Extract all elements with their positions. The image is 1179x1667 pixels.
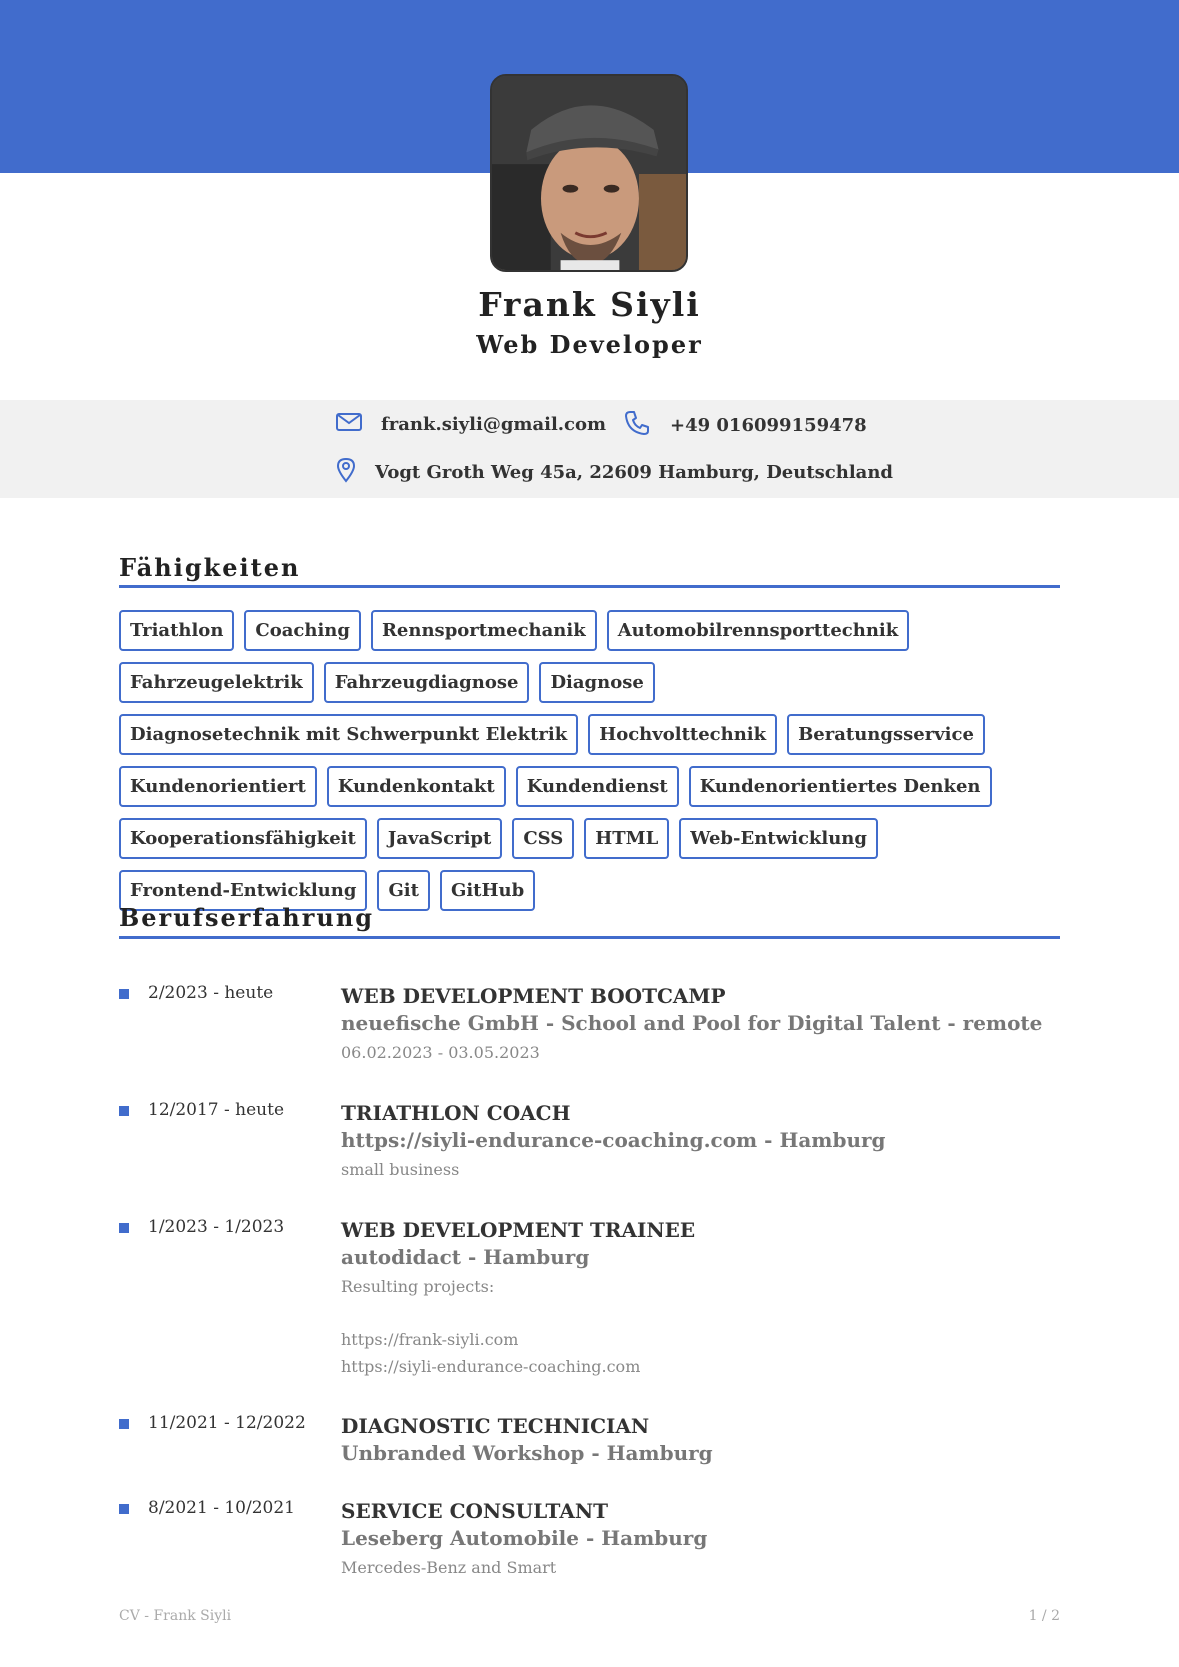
experience-heading: Berufserfahrung bbox=[119, 903, 375, 932]
skill-tag: Kundenorientiertes Denken bbox=[688, 766, 992, 807]
project-link[interactable]: https://siyli-endurance-coaching.com bbox=[341, 1353, 1061, 1380]
skill-tag: Beratungsservice bbox=[787, 714, 985, 755]
contact-address: Vogt Groth Weg 45a, 22609 Hamburg, Deuts… bbox=[336, 457, 893, 488]
skill-tag: Diagnose bbox=[539, 662, 655, 703]
skill-tag: Kundenkontakt bbox=[326, 766, 506, 807]
email-text: frank.siyli@gmail.com bbox=[381, 414, 607, 435]
skill-tag: Kooperationsfähigkeit bbox=[119, 818, 367, 859]
description-line: 06.02.2023 - 03.05.2023 bbox=[341, 1043, 540, 1062]
profile-photo bbox=[490, 74, 688, 272]
job-period: 1/2023 - 1/2023 bbox=[148, 1217, 285, 1237]
skill-tag: Triathlon bbox=[119, 610, 235, 651]
candidate-name: Frank Siyli bbox=[478, 285, 701, 324]
job-description: 06.02.2023 - 03.05.2023 bbox=[341, 1039, 1061, 1066]
description-gap bbox=[341, 1300, 1061, 1326]
job-title: DIAGNOSTIC TECHNICIAN bbox=[341, 1414, 650, 1438]
experience-divider bbox=[119, 936, 1060, 939]
job-company: Unbranded Workshop - Hamburg bbox=[341, 1441, 713, 1465]
phone-icon bbox=[624, 410, 650, 441]
skill-tag: Kundendienst bbox=[515, 766, 679, 807]
skill-tag: Fahrzeugelektrik bbox=[119, 662, 314, 703]
skill-tag: Hochvolttechnik bbox=[588, 714, 778, 755]
address-text: Vogt Groth Weg 45a, 22609 Hamburg, Deuts… bbox=[375, 462, 894, 483]
skill-tag: Web-Entwicklung bbox=[679, 818, 878, 859]
job-company: Leseberg Automobile - Hamburg bbox=[341, 1526, 708, 1550]
page-number: 1 / 2 bbox=[1028, 1608, 1060, 1624]
job-company: https://siyli-endurance-coaching.com - H… bbox=[341, 1128, 886, 1152]
candidate-role: Web Developer bbox=[476, 330, 703, 359]
job-company: autodidact - Hamburg bbox=[341, 1245, 590, 1269]
skill-tag: Git bbox=[377, 870, 430, 911]
skills-list: Triathlon Coaching Rennsportmechanik Automo… bbox=[119, 610, 1064, 911]
job-title: WEB DEVELOPMENT BOOTCAMP bbox=[341, 984, 726, 1008]
job-title: TRIATHLON COACH bbox=[341, 1101, 571, 1125]
phone-text: +49 016099159478 bbox=[670, 415, 867, 436]
description-line: Mercedes-Benz and Smart bbox=[341, 1558, 557, 1577]
bullet-marker bbox=[119, 1223, 129, 1233]
skill-tag: CSS bbox=[512, 818, 575, 859]
job-title: WEB DEVELOPMENT TRAINEE bbox=[341, 1218, 696, 1242]
job-content: WEB DEVELOPMENT TRAINEE autodidact - Hamb… bbox=[341, 1217, 1061, 1380]
project-link[interactable]: https://frank-siyli.com bbox=[341, 1326, 1061, 1353]
skill-tag: Rennsportmechanik bbox=[370, 610, 597, 651]
job-period: 12/2017 - heute bbox=[148, 1100, 285, 1120]
skills-heading: Fähigkeiten bbox=[119, 553, 301, 582]
skills-divider bbox=[119, 585, 1060, 588]
job-description: Resulting projects: https://frank-siyli.c… bbox=[341, 1273, 1061, 1380]
skill-tag: Diagnosetechnik mit Schwerpunkt Elektrik bbox=[119, 714, 579, 755]
description-line: small business bbox=[341, 1160, 460, 1179]
job-content: WEB DEVELOPMENT BOOTCAMP neuefische GmbH … bbox=[341, 983, 1061, 1066]
skill-tag: Kundenorientiert bbox=[119, 766, 317, 807]
job-content: DIAGNOSTIC TECHNICIAN Unbranded Workshop … bbox=[341, 1413, 1061, 1467]
contact-email[interactable]: frank.siyli@gmail.com bbox=[336, 413, 606, 436]
skill-tag: JavaScript bbox=[376, 818, 503, 859]
mail-icon bbox=[336, 413, 362, 436]
bullet-marker bbox=[119, 989, 129, 999]
job-content: TRIATHLON COACH https://siyli-endurance-c… bbox=[341, 1100, 1061, 1183]
job-period: 8/2021 - 10/2021 bbox=[148, 1498, 295, 1518]
location-pin-icon bbox=[336, 457, 356, 488]
description-line: Resulting projects: bbox=[341, 1277, 495, 1296]
bullet-marker bbox=[119, 1419, 129, 1429]
job-company: neuefische GmbH - School and Pool for Di… bbox=[341, 1011, 1043, 1035]
job-description: Mercedes-Benz and Smart bbox=[341, 1554, 1061, 1581]
skill-tag: HTML bbox=[584, 818, 670, 859]
job-period: 11/2021 - 12/2022 bbox=[148, 1413, 306, 1433]
footer-label: CV - Frank Siyli bbox=[119, 1608, 232, 1624]
job-title: SERVICE CONSULTANT bbox=[341, 1499, 609, 1523]
job-content: SERVICE CONSULTANT Leseberg Automobile - … bbox=[341, 1498, 1061, 1581]
skill-tag: GitHub bbox=[439, 870, 536, 911]
bullet-marker bbox=[119, 1106, 129, 1116]
contact-phone[interactable]: +49 016099159478 bbox=[624, 410, 867, 441]
skill-tag: Coaching bbox=[244, 610, 361, 651]
skill-tag: Fahrzeugdiagnose bbox=[323, 662, 530, 703]
job-description: small business bbox=[341, 1156, 1061, 1183]
bullet-marker bbox=[119, 1504, 129, 1514]
skill-tag: Automobilrennsporttechnik bbox=[606, 610, 910, 651]
job-period: 2/2023 - heute bbox=[148, 983, 274, 1003]
